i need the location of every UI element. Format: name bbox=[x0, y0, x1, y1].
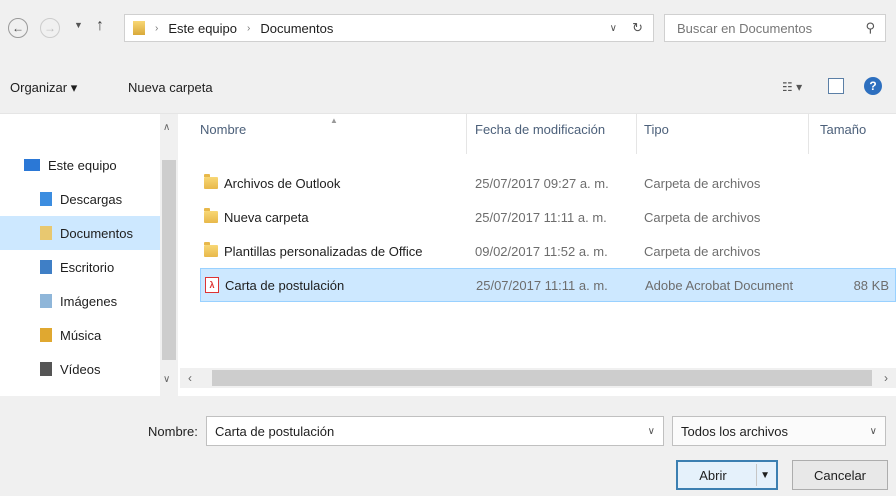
sidebar-item-label: Vídeos bbox=[60, 361, 101, 377]
filter-dropdown-icon[interactable]: ∨ bbox=[870, 426, 877, 437]
breadcrumb-documentos[interactable]: Documentos bbox=[260, 21, 333, 36]
breadcrumb-chevron-icon: › bbox=[247, 22, 251, 34]
column-header-name[interactable]: Nombre bbox=[200, 122, 246, 144]
recent-locations-chevron-icon[interactable]: ▼ bbox=[74, 20, 83, 30]
split-divider bbox=[756, 464, 757, 486]
refresh-icon[interactable]: ↻ bbox=[632, 20, 643, 36]
table-row-selected[interactable]: λ Carta de postulación 25/07/2017 11:11 … bbox=[200, 268, 896, 302]
sidebar-item-label: Escritorio bbox=[60, 259, 115, 275]
sidebar-item-escritorio[interactable]: Escritorio bbox=[0, 250, 178, 284]
table-row[interactable]: Nueva carpeta 25/07/2017 11:11 a. m. Car… bbox=[200, 200, 896, 234]
filename-value: Carta de postulación bbox=[215, 423, 335, 439]
computer-icon bbox=[24, 159, 40, 171]
open-options-chevron-icon[interactable]: ▼ bbox=[760, 470, 770, 481]
breadcrumb-este-equipo[interactable]: Este equipo bbox=[168, 21, 237, 36]
organize-button[interactable]: Organizar ▾ bbox=[10, 80, 77, 96]
new-folder-button[interactable]: Nueva carpeta bbox=[128, 80, 213, 95]
file-date: 25/07/2017 11:11 a. m. bbox=[476, 277, 608, 293]
documents-icon bbox=[40, 226, 52, 240]
file-type: Adobe Acrobat Document bbox=[645, 277, 794, 293]
folder-icon bbox=[133, 21, 145, 35]
file-date: 25/07/2017 11:11 a. m. bbox=[475, 209, 607, 225]
file-date: 25/07/2017 09:27 a. m. bbox=[475, 175, 609, 191]
breadcrumb-chevron-icon: › bbox=[155, 22, 159, 34]
filename-input[interactable]: Carta de postulación ∨ bbox=[206, 416, 664, 446]
help-icon[interactable]: ? bbox=[864, 77, 882, 95]
table-row[interactable]: Archivos de Outlook 25/07/2017 09:27 a. … bbox=[200, 166, 896, 200]
file-name: Nueva carpeta bbox=[224, 209, 309, 225]
preview-pane-icon[interactable] bbox=[828, 78, 844, 94]
address-dropdown-icon[interactable]: ∨ bbox=[610, 23, 617, 34]
column-header-date[interactable]: Fecha de modificación bbox=[475, 122, 605, 144]
sidebar-item-label: Descargas bbox=[60, 191, 123, 207]
sidebar-item-imagenes[interactable]: Imágenes bbox=[0, 284, 178, 318]
column-divider[interactable] bbox=[808, 114, 809, 154]
filename-label: Nombre: bbox=[148, 424, 198, 439]
open-button-label: Abrir bbox=[699, 467, 727, 483]
sidebar-item-descargas[interactable]: Descargas bbox=[0, 182, 178, 216]
column-header-type[interactable]: Tipo bbox=[644, 122, 669, 144]
up-arrow-icon[interactable]: ↑ bbox=[96, 17, 104, 35]
forward-button[interactable]: → bbox=[40, 18, 60, 38]
folder-icon bbox=[204, 242, 218, 257]
file-name: Carta de postulación bbox=[225, 277, 345, 293]
table-row[interactable]: Plantillas personalizadas de Office 09/0… bbox=[200, 234, 896, 268]
downloads-icon bbox=[40, 192, 52, 206]
filename-dropdown-icon[interactable]: ∨ bbox=[648, 426, 655, 437]
pdf-icon: λ bbox=[205, 277, 219, 293]
file-type-filter[interactable]: Todos los archivos ∨ bbox=[672, 416, 886, 446]
folder-icon bbox=[204, 174, 218, 189]
horizontal-scrollbar-thumb[interactable] bbox=[212, 370, 872, 386]
search-placeholder: Buscar en Documentos bbox=[677, 20, 813, 36]
sidebar-item-este-equipo[interactable]: Este equipo bbox=[0, 148, 178, 182]
scroll-left-icon[interactable]: ‹ bbox=[188, 371, 192, 385]
videos-icon bbox=[40, 362, 52, 376]
file-type: Carpeta de archivos bbox=[644, 175, 761, 191]
search-icon[interactable]: ⚲ bbox=[865, 20, 875, 36]
search-input[interactable]: Buscar en Documentos ⚲ bbox=[664, 14, 886, 42]
sidebar-item-label: Imágenes bbox=[60, 293, 118, 309]
sidebar-item-musica[interactable]: Música bbox=[0, 318, 178, 352]
sort-ascending-icon: ▲ bbox=[330, 116, 338, 125]
file-name: Archivos de Outlook bbox=[224, 175, 341, 191]
column-divider[interactable] bbox=[466, 114, 467, 154]
pictures-icon bbox=[40, 294, 52, 308]
sidebar-item-documentos[interactable]: Documentos bbox=[0, 216, 160, 250]
column-header-size[interactable]: Tamaño bbox=[820, 122, 866, 144]
desktop-icon bbox=[40, 260, 52, 274]
sidebar-item-label: Este equipo bbox=[48, 157, 117, 173]
file-size: 88 KB bbox=[853, 277, 889, 293]
folder-icon bbox=[204, 208, 218, 223]
sidebar-item-videos[interactable]: Vídeos bbox=[0, 352, 178, 386]
file-type: Carpeta de archivos bbox=[644, 243, 761, 259]
view-options-icon[interactable]: ☷ ▾ bbox=[782, 80, 802, 94]
open-button[interactable]: Abrir ▼ bbox=[676, 460, 778, 490]
filter-value: Todos los archivos bbox=[681, 423, 788, 439]
address-field[interactable]: › Este equipo › Documentos ∨ ↻ bbox=[124, 14, 654, 42]
sidebar-item-label: Música bbox=[60, 327, 102, 343]
file-date: 09/02/2017 11:52 a. m. bbox=[475, 243, 608, 259]
sidebar-item-label: Documentos bbox=[60, 225, 133, 241]
back-button[interactable]: ← bbox=[8, 18, 28, 38]
scroll-right-icon[interactable]: › bbox=[884, 371, 888, 385]
scroll-up-icon[interactable]: ∧ bbox=[163, 122, 170, 133]
music-icon bbox=[40, 328, 52, 342]
column-divider[interactable] bbox=[636, 114, 637, 154]
file-name: Plantillas personalizadas de Office bbox=[224, 243, 423, 259]
cancel-button[interactable]: Cancelar bbox=[792, 460, 888, 490]
file-type: Carpeta de archivos bbox=[644, 209, 761, 225]
